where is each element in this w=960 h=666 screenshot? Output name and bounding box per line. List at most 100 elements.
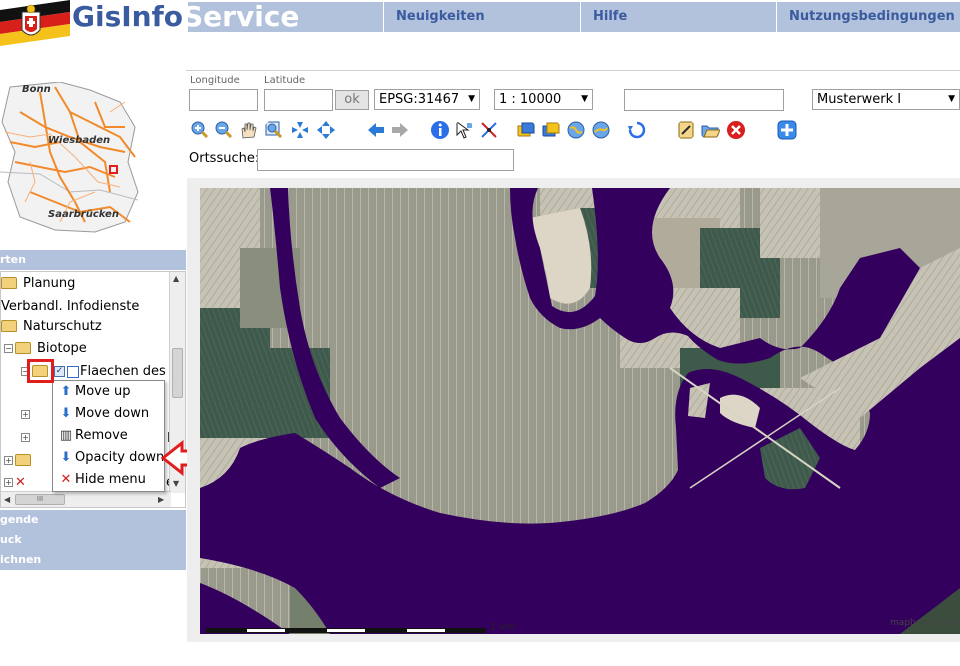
open-folder-icon[interactable] xyxy=(700,120,720,140)
latitude-input[interactable] xyxy=(264,89,333,111)
town-label: Saarbrücken xyxy=(48,209,119,220)
scale-bar xyxy=(206,622,486,633)
menu-item-label: Opacity down xyxy=(75,450,165,465)
add-plus-icon[interactable] xyxy=(777,120,797,140)
map-copyright: mapbender.org xyxy=(890,618,959,628)
town-label: Bonn xyxy=(22,84,51,95)
menu-item-label: Move up xyxy=(75,384,131,399)
tree-item-label: Biotope xyxy=(37,341,87,356)
collapse-icon[interactable]: − xyxy=(4,344,13,353)
menu-item-move-down[interactable]: ⬇ Move down xyxy=(59,404,150,424)
select-feature-icon[interactable] xyxy=(454,120,474,140)
expand-icon[interactable]: + xyxy=(21,410,30,419)
overview-map[interactable]: Bonn Wiesbaden Saarbrücken xyxy=(0,81,140,235)
zoom-full-icon[interactable] xyxy=(316,120,336,140)
toolbar-top-border xyxy=(186,70,960,71)
layer-manage-icon[interactable] xyxy=(541,120,561,140)
zoom-in-icon[interactable] xyxy=(190,120,210,140)
scroll-right-icon[interactable]: ▶ xyxy=(158,495,164,504)
tree-item-verbandl[interactable]: Verbandl. Infodienste xyxy=(1,298,139,316)
expand-icon[interactable]: + xyxy=(4,478,13,487)
pan-hand-icon[interactable] xyxy=(238,120,258,140)
tree-horizontal-scrollbar[interactable]: ◀ III ▶ xyxy=(1,491,171,507)
longitude-input[interactable] xyxy=(189,89,258,111)
latitude-label: Latitude xyxy=(264,75,306,86)
checkbox-checked-icon[interactable]: ✓ xyxy=(54,366,65,377)
annotation-highlight-box xyxy=(27,359,54,383)
epsg-select[interactable]: EPSG:31467 ▼ xyxy=(374,89,480,110)
forward-arrow-icon[interactable] xyxy=(390,120,410,140)
scale-select[interactable]: 1 : 10000 ▼ xyxy=(494,89,593,110)
panel-header-legende[interactable]: gende xyxy=(0,510,186,530)
expand-icon[interactable]: + xyxy=(4,456,13,465)
tree-item-planung[interactable]: Planung xyxy=(1,275,75,293)
tree-item-collapsed[interactable]: + xyxy=(4,452,37,470)
layer-add-icon[interactable] xyxy=(516,120,536,140)
tree-item-collapsed[interactable]: + ✕ xyxy=(4,474,26,492)
info-icon[interactable] xyxy=(430,120,450,140)
tree-item-naturschutz[interactable]: Naturschutz xyxy=(1,318,102,336)
menu-item-label: Hide menu xyxy=(75,472,146,487)
layer-context-menu: ⬆ Move up ⬇ Move down ▥ Remove ⬇ Opacity dow… xyxy=(52,380,165,492)
error-icon: ✕ xyxy=(15,475,26,490)
layer-config-value: Musterwerk I xyxy=(817,92,902,107)
menu-item-move-up[interactable]: ⬆ Move up xyxy=(59,382,131,402)
nav-hilfe[interactable]: Hilfe xyxy=(580,2,776,32)
brand-title: GisInfoService xyxy=(72,0,299,34)
folder-icon xyxy=(15,453,31,466)
tree-item-biotope[interactable]: − Biotope xyxy=(4,340,87,358)
layer-config-select[interactable]: Musterwerk I ▼ xyxy=(812,89,960,110)
tree-item-label: Planung xyxy=(23,276,76,291)
edit-document-icon[interactable] xyxy=(676,120,696,140)
arrow-down-icon: ⬇ xyxy=(60,450,72,465)
tree-item-label: Flaechen des xyxy=(80,364,166,379)
nav-neuigkeiten[interactable]: Neuigkeiten xyxy=(383,2,580,32)
brand-part-1: GisInfo xyxy=(72,0,184,33)
scale-value: 1 : 10000 xyxy=(499,92,562,107)
arrow-up-icon: ⬆ xyxy=(60,384,72,399)
coordinate-ok-button[interactable]: ok xyxy=(335,90,369,110)
scroll-up-icon[interactable]: ▲ xyxy=(173,274,179,283)
refresh-icon[interactable] xyxy=(627,120,647,140)
tree-item-collapsed[interactable]: + xyxy=(21,429,32,447)
close-icon: ✕ xyxy=(60,472,72,487)
scale-label: 1 km xyxy=(490,622,516,633)
expand-icon[interactable]: + xyxy=(21,433,30,442)
zoom-extent-icon[interactable] xyxy=(290,120,310,140)
map-canvas[interactable] xyxy=(200,188,960,634)
brand-part-2: Service xyxy=(183,0,300,33)
globe-icon[interactable] xyxy=(566,120,586,140)
panel-header-karten[interactable]: rten xyxy=(0,250,186,270)
panel-header-druck[interactable]: uck xyxy=(0,530,186,550)
scroll-left-icon[interactable]: ◀ xyxy=(4,495,10,504)
menu-item-opacity-down[interactable]: ⬇ Opacity down xyxy=(59,448,165,468)
menu-item-hide-menu[interactable]: ✕ Hide menu xyxy=(59,470,146,490)
panel-header-zeichnen[interactable]: ichnen xyxy=(0,550,186,570)
folder-icon xyxy=(1,276,17,289)
tree-item-collapsed[interactable]: + xyxy=(21,406,32,424)
longitude-label: Longitude xyxy=(190,75,240,86)
zoom-box-icon[interactable] xyxy=(264,120,284,140)
trash-icon: ▥ xyxy=(59,428,73,443)
scrollbar-thumb[interactable] xyxy=(172,348,183,398)
globe-settings-icon[interactable] xyxy=(591,120,611,140)
tree-item-label: Naturschutz xyxy=(23,319,102,334)
back-arrow-icon[interactable] xyxy=(366,120,386,140)
chevron-down-icon: ▼ xyxy=(948,94,955,104)
layer-info-icon[interactable] xyxy=(67,365,79,378)
menu-item-remove[interactable]: ▥ Remove xyxy=(59,426,128,446)
measure-icon[interactable] xyxy=(479,120,499,140)
free-text-input[interactable] xyxy=(624,89,784,111)
location-search-input[interactable] xyxy=(257,149,514,171)
town-label: Wiesbaden xyxy=(48,135,111,146)
nav-nutzungsbedingungen[interactable]: Nutzungsbedingungen xyxy=(776,2,960,32)
zoom-out-icon[interactable] xyxy=(214,120,234,140)
top-navigation: Neuigkeiten Hilfe Nutzungsbedingungen xyxy=(188,2,960,32)
scroll-down-icon[interactable]: ▼ xyxy=(173,479,179,488)
tree-item-label: Verbandl. Infodienste xyxy=(1,299,140,314)
scrollbar-thumb[interactable]: III xyxy=(15,494,65,505)
menu-item-label: Remove xyxy=(75,428,128,443)
epsg-value: EPSG:31467 xyxy=(379,92,460,107)
close-delete-icon[interactable] xyxy=(726,120,746,140)
chevron-down-icon: ▼ xyxy=(468,94,475,104)
